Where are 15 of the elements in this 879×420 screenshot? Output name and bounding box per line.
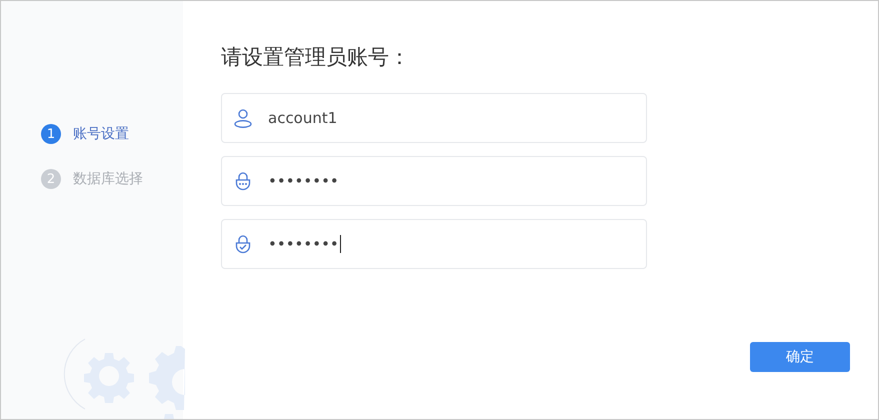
field-value: •••••••• [268,172,340,190]
input-field[interactable]: •••••••• [221,156,647,206]
form-title: 请设置管理员账号： [221,44,411,71]
user-icon [233,108,253,128]
lock-icon [233,171,253,191]
step-number: 1 [41,124,61,144]
field-value: account1 [268,109,338,127]
step-item[interactable]: 1 账号设置 [41,124,183,144]
step-label: 数据库选择 [73,170,143,188]
field-value: •••••••• [268,235,341,253]
step-label: 账号设置 [73,125,129,143]
input-field[interactable]: •••••••• [221,219,647,269]
confirm-button[interactable]: 确定 [750,342,850,372]
lock-check-icon [233,234,253,254]
input-field[interactable]: account1 [221,93,647,143]
